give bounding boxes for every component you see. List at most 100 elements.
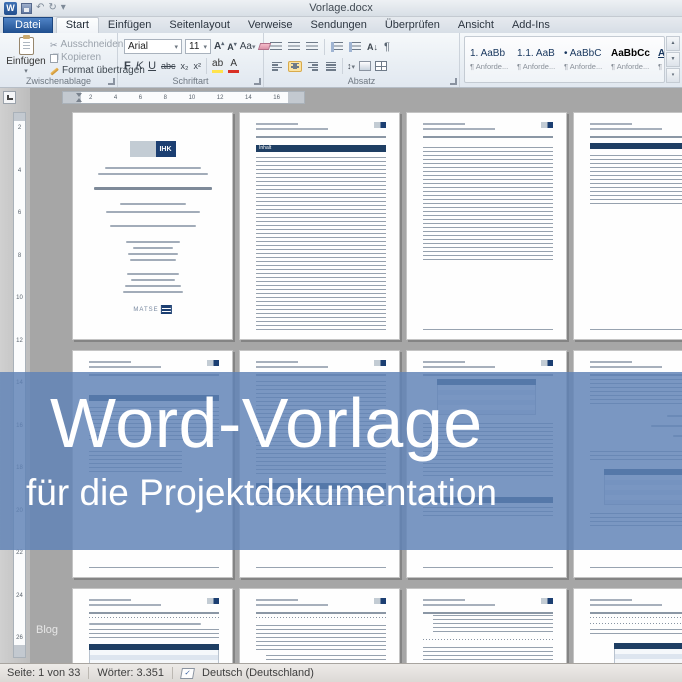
show-paragraph-marks-icon[interactable]: ¶	[384, 41, 390, 53]
page-thumbnail-10[interactable]	[239, 588, 400, 663]
page-thumbnail-4[interactable]	[573, 112, 682, 340]
text-line	[120, 203, 186, 205]
copy-label: Kopieren	[61, 53, 101, 63]
align-left-button[interactable]	[270, 61, 284, 72]
tab-ansicht[interactable]: Ansicht	[449, 18, 503, 33]
font-group-label: Schriftart	[118, 76, 263, 86]
ihk-mini-logo	[541, 598, 553, 604]
style-chip-1[interactable]: 1. AaBb ¶ Anforde...	[470, 48, 508, 71]
ihk-mini-logo	[207, 598, 219, 604]
shading-button[interactable]	[359, 61, 371, 71]
toc-heading-bar: Inhalt	[256, 145, 386, 152]
text-line	[131, 279, 175, 281]
bullets-icon[interactable]	[270, 42, 282, 52]
bold-button[interactable]: F	[124, 60, 131, 72]
text-line	[110, 225, 196, 227]
strikethrough-button[interactable]: abc	[161, 61, 176, 71]
italic-button[interactable]: K	[136, 60, 143, 72]
tab-stop-selector[interactable]	[3, 91, 16, 104]
superscript-button[interactable]: x²	[194, 61, 202, 71]
subscript-button[interactable]: x₂	[181, 61, 189, 71]
ihk-mini-logo	[541, 122, 553, 128]
divider	[342, 58, 343, 74]
group-paragraph: A↓ ¶ ↕▾ Absatz	[264, 33, 460, 87]
text-line	[127, 273, 179, 275]
divider	[324, 39, 325, 55]
sort-icon[interactable]: A↓	[367, 42, 378, 52]
page-thumbnail-1[interactable]: IHK MATSE	[72, 112, 233, 340]
highlight-color-button[interactable]: ab	[212, 59, 223, 73]
tab-ueberpruefen[interactable]: Überprüfen	[376, 18, 449, 33]
text-block	[256, 625, 386, 651]
style-chip-2[interactable]: 1.1. AaB ¶ Anforde...	[517, 48, 555, 71]
styles-gallery-scrollbar: ▲ ▼ ▾	[666, 36, 680, 83]
scissors-icon: ✂	[50, 41, 58, 50]
paragraph-dialog-launcher[interactable]	[450, 78, 457, 85]
paste-label: Einfügen	[6, 56, 45, 68]
page-footer	[256, 329, 386, 330]
tab-start[interactable]: Start	[56, 17, 99, 33]
text-line	[89, 623, 201, 625]
tab-addins[interactable]: Add-Ins	[503, 18, 559, 33]
page-count-status[interactable]: Seite: 1 von 33	[7, 667, 80, 679]
numbering-icon[interactable]	[288, 42, 300, 52]
tab-einfuegen[interactable]: Einfügen	[99, 18, 160, 33]
gallery-expand[interactable]: ▾	[666, 68, 680, 83]
page-thumbnail-11[interactable]	[406, 588, 567, 663]
tab-seitenlayout[interactable]: Seitenlayout	[160, 18, 239, 33]
font-dialog-launcher[interactable]	[254, 78, 261, 85]
underline-button[interactable]: U	[148, 60, 156, 72]
language-status[interactable]: Deutsch (Deutschland)	[202, 667, 314, 679]
gallery-scroll-up[interactable]: ▲	[666, 36, 680, 51]
proofing-icon[interactable]: ✓	[180, 668, 195, 679]
line-spacing-button[interactable]: ↕▾	[347, 61, 355, 71]
clipboard-dialog-launcher[interactable]	[108, 78, 115, 85]
font-size-select[interactable]: 11 ▾	[185, 39, 211, 54]
page-header	[89, 598, 219, 615]
ruler-numbers: 246810121416	[81, 92, 288, 103]
copy-button[interactable]: Kopieren	[50, 53, 101, 63]
align-right-button[interactable]	[306, 61, 320, 72]
dotted-line	[590, 617, 682, 618]
gallery-scroll-down[interactable]: ▼	[666, 52, 680, 67]
borders-button[interactable]	[375, 61, 387, 71]
page-thumbnail-3[interactable]	[406, 112, 567, 340]
paste-button[interactable]: Einfügen ▾	[5, 37, 47, 76]
page-thumbnail-2[interactable]: Inhalt	[239, 112, 400, 340]
style-chip-5[interactable]: AaE ¶ E...	[658, 48, 665, 71]
page-thumbnail-9[interactable]	[72, 588, 233, 663]
group-clipboard: Einfügen ▾ ✂ Ausschneiden Kopieren Forma…	[0, 33, 118, 87]
matse-logo: MATSE	[133, 305, 171, 314]
word-count-status[interactable]: Wörter: 3.351	[97, 667, 164, 679]
cut-button[interactable]: ✂ Ausschneiden	[50, 40, 123, 50]
align-center-button[interactable]	[288, 61, 302, 72]
text-line	[106, 211, 200, 213]
page-header	[423, 122, 553, 139]
increase-indent-icon[interactable]	[349, 42, 361, 52]
font-family-dropdown-icon: ▾	[174, 43, 178, 51]
tab-verweise[interactable]: Verweise	[239, 18, 302, 33]
paragraph-group-label: Absatz	[264, 76, 459, 86]
justify-button[interactable]	[324, 61, 338, 72]
page-footer	[89, 567, 219, 568]
banner-title: Word-Vorlage	[50, 388, 682, 459]
font-size-dropdown-icon: ▾	[203, 43, 207, 51]
style-chip-3[interactable]: • AaBbC ¶ Anforde...	[564, 48, 602, 71]
page-thumbnail-12[interactable]	[573, 588, 682, 663]
grow-font-button[interactable]: A▴	[214, 41, 224, 52]
multilevel-list-icon[interactable]	[306, 42, 318, 52]
tab-sendungen[interactable]: Sendungen	[302, 18, 376, 33]
style-chip-4[interactable]: AaBbCc ¶ Anforde...	[611, 48, 649, 71]
font-family-select[interactable]: Arial ▾	[124, 39, 182, 54]
tab-datei[interactable]: Datei	[3, 17, 53, 33]
page-footer	[423, 329, 553, 330]
ihk-mini-logo	[374, 360, 386, 366]
font-color-button[interactable]: A	[228, 59, 239, 73]
change-case-button[interactable]: Aa▾	[240, 41, 256, 52]
text-block	[590, 629, 682, 637]
page-header	[590, 598, 682, 615]
text-line	[98, 173, 208, 175]
shrink-font-button[interactable]: A▾	[227, 42, 237, 52]
page-footer	[256, 567, 386, 568]
decrease-indent-icon[interactable]	[331, 42, 343, 52]
